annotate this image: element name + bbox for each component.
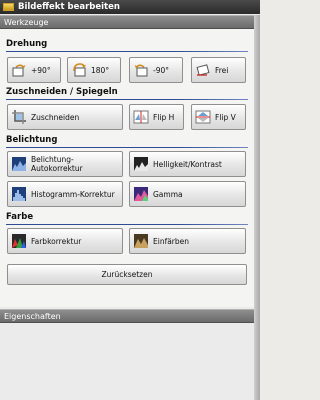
flip-vertical-icon [195,109,211,125]
window-title: Bildeffekt bearbeiten [18,2,120,12]
section-divider [6,224,248,225]
gamma-button[interactable]: Gamma [129,181,246,207]
rotate-plus-90-button[interactable]: +90° [7,57,61,83]
tools-panel: Drehung +90° 180° -90° Frei Zuschneiden … [0,29,254,307]
rotate-cw-icon [11,62,27,78]
brightness-contrast-icon [133,156,149,172]
auto-exposure-label: Belichtung-Autokorrektur [31,155,83,173]
free-rotate-button[interactable]: Frei [191,57,246,83]
rotate-ccw-icon [133,62,149,78]
flip-v-label: Flip V [215,112,236,122]
section-divider [6,147,248,148]
color-correction-button[interactable]: Farbkorrektur [7,228,123,254]
brightness-contrast-button[interactable]: Helligkeit/Kontrast [129,151,246,177]
crop-button[interactable]: Zuschneiden [7,104,123,130]
crop-icon [11,109,27,125]
panel-edge-scrollbar[interactable] [254,15,260,400]
rotate-180-icon [71,62,87,78]
histogram-button[interactable]: Histogramm-Korrektur [7,181,123,207]
colorize-button[interactable]: Einfärben [129,228,246,254]
colorize-label: Einfärben [153,236,190,246]
rotate-minus-90-button[interactable]: -90° [129,57,183,83]
rotate-180-label: 180° [91,65,110,75]
section-title-crop-mirror: Zuschneiden / Spiegeln [6,87,118,97]
histogram-label: Histogramm-Korrektur [31,189,115,199]
free-rotate-label: Frei [215,65,229,75]
gamma-icon [133,186,149,202]
auto-exposure-icon [11,156,27,172]
tools-panel-header[interactable]: Werkzeuge [0,15,260,29]
auto-exposure-button[interactable]: Belichtung-Autokorrektur [7,151,123,177]
free-rotate-icon [195,62,211,78]
crop-label: Zuschneiden [31,112,80,122]
section-title-exposure: Belichtung [6,135,58,145]
colorize-icon [133,233,149,249]
flip-h-button[interactable]: Flip H [129,104,184,130]
section-title-color: Farbe [6,212,34,222]
rotate-plus-90-label: +90° [31,65,51,75]
properties-panel [0,323,254,400]
window-titlebar: Bildeffekt bearbeiten [0,0,260,14]
color-correction-label: Farbkorrektur [31,236,82,246]
app-icon [3,3,14,11]
histogram-icon [11,186,27,202]
gamma-label: Gamma [153,189,183,199]
flip-horizontal-icon [133,109,149,125]
rotate-minus-90-label: -90° [153,65,169,75]
brightness-contrast-label: Helligkeit/Kontrast [153,159,222,169]
reset-button[interactable]: Zurücksetzen [7,264,247,285]
section-divider [6,99,248,100]
section-title-rotation: Drehung [6,39,48,49]
properties-panel-header[interactable]: Eigenschaften [0,309,260,323]
color-correction-icon [11,233,27,249]
section-divider [6,51,248,52]
flip-v-button[interactable]: Flip V [191,104,246,130]
flip-h-label: Flip H [153,112,175,122]
rotate-180-button[interactable]: 180° [67,57,121,83]
